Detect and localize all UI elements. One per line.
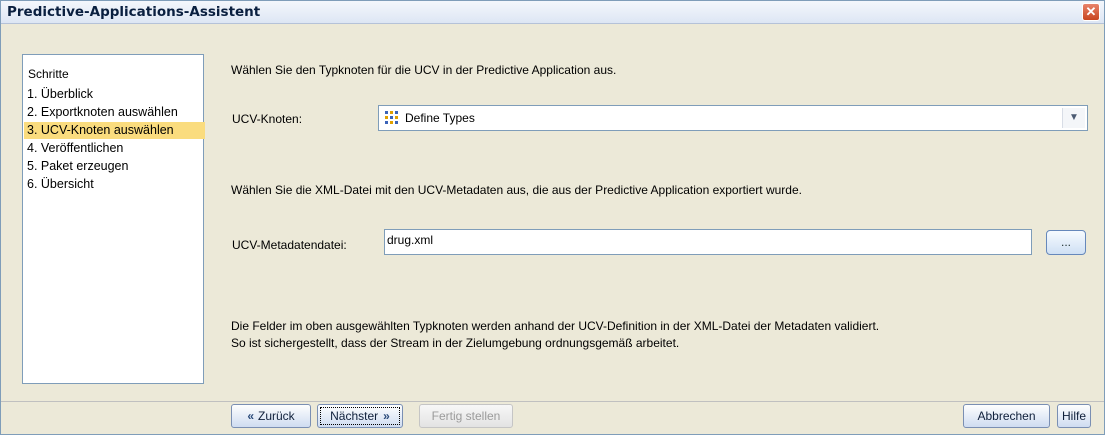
steps-panel: Schritte 1. Überblick 2. Exportknoten au…	[22, 54, 205, 384]
metadata-file-label: UCV-Metadatendatei:	[232, 238, 347, 252]
double-chevron-left-icon: «	[247, 409, 254, 423]
wizard-window: Predictive-Applications-Assistent ✕ Schr…	[0, 0, 1105, 435]
step-create-package[interactable]: 5. Paket erzeugen	[24, 158, 205, 175]
window-title: Predictive-Applications-Assistent	[7, 4, 261, 20]
step-ucv-node[interactable]: 3. UCV-Knoten auswählen	[24, 122, 205, 139]
next-button[interactable]: Nächster »	[317, 404, 403, 428]
step-export-node[interactable]: 2. Exportknoten auswählen	[24, 104, 205, 121]
intro-text: Wählen Sie den Typknoten für die UCV in …	[231, 63, 617, 77]
close-icon: ✕	[1085, 4, 1097, 19]
ucv-node-value: Define Types	[405, 111, 475, 125]
cancel-button[interactable]: Abbrechen	[963, 404, 1050, 428]
help-button[interactable]: Hilfe	[1057, 404, 1091, 428]
step-summary[interactable]: 6. Übersicht	[24, 176, 205, 193]
chevron-down-icon: ▼	[1069, 112, 1079, 123]
browse-button[interactable]: ...	[1046, 230, 1086, 255]
metadata-file-input[interactable]: drug.xml	[384, 229, 1032, 255]
step-overview[interactable]: 1. Überblick	[24, 86, 205, 103]
back-button-label: Zurück	[258, 409, 295, 423]
validation-note-line1: Die Felder im oben ausgewählten Typknote…	[231, 319, 880, 333]
back-button[interactable]: « Zurück	[231, 404, 311, 428]
metadata-file-value: drug.xml	[387, 233, 434, 247]
step-publish[interactable]: 4. Veröffentlichen	[24, 140, 205, 157]
ucv-node-dropdown[interactable]: Define Types ▼	[378, 105, 1088, 131]
title-bar: Predictive-Applications-Assistent ✕	[1, 1, 1104, 24]
close-button[interactable]: ✕	[1082, 3, 1100, 21]
finish-button[interactable]: Fertig stellen	[419, 404, 513, 428]
next-button-label: Nächster	[330, 409, 379, 423]
ucv-node-label: UCV-Knoten:	[232, 112, 303, 126]
footer-separator	[1, 401, 1104, 402]
xml-hint-text: Wählen Sie die XML-Datei mit den UCV-Met…	[231, 183, 802, 197]
dropdown-arrow[interactable]: ▼	[1062, 108, 1085, 128]
type-node-icon	[384, 110, 400, 126]
steps-header: Schritte	[28, 67, 69, 81]
validation-note-line2: So ist sichergestellt, dass der Stream i…	[231, 336, 680, 350]
double-chevron-right-icon: »	[383, 409, 390, 423]
